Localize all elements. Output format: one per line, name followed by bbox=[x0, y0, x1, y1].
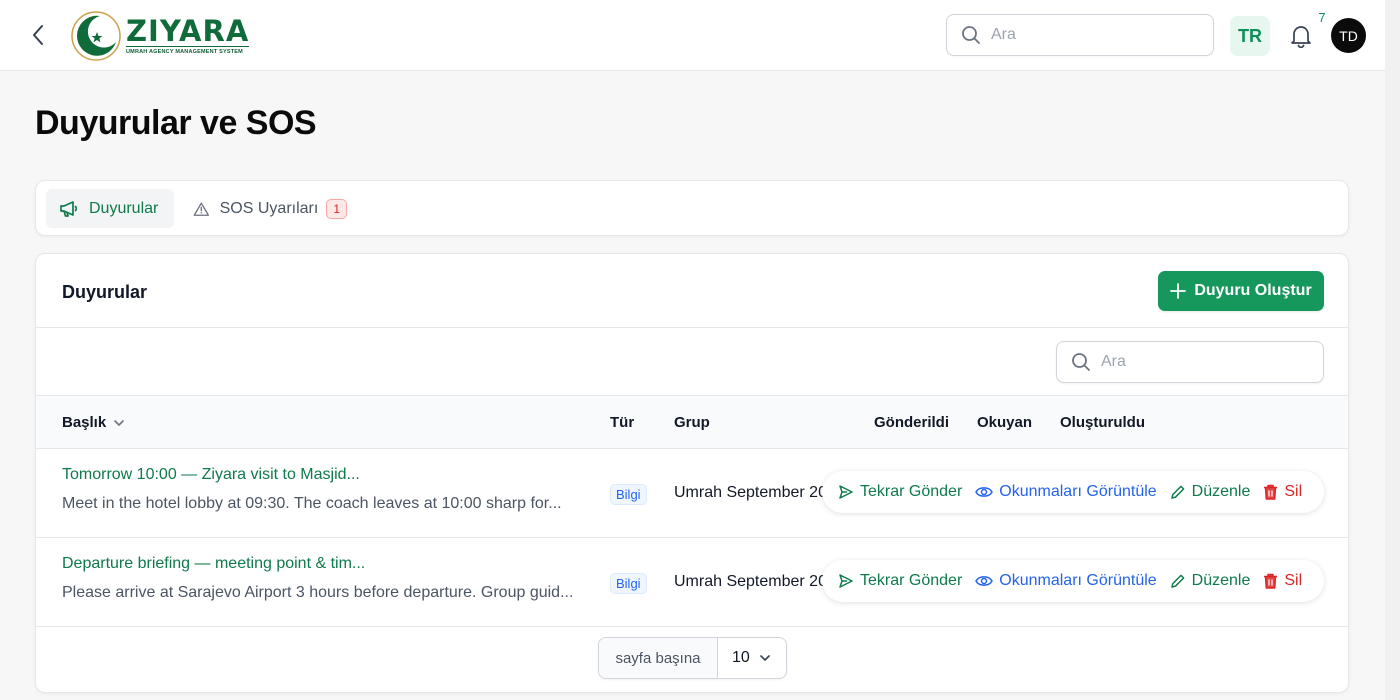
per-page-select[interactable]: 10 bbox=[718, 649, 786, 667]
trash-icon bbox=[1264, 573, 1278, 589]
resend-button[interactable]: Tekrar Gönder bbox=[838, 572, 962, 590]
chevron-down-icon bbox=[114, 419, 125, 426]
global-search-input[interactable] bbox=[991, 26, 1191, 44]
tab-announcements[interactable]: Duyurular bbox=[46, 189, 174, 228]
column-header-readers: Okuyan bbox=[977, 414, 1033, 431]
page-title: Duyurular ve SOS bbox=[35, 104, 317, 142]
resend-label: Tekrar Gönder bbox=[860, 483, 963, 500]
type-badge: Bilgi bbox=[610, 484, 647, 505]
eye-icon bbox=[975, 576, 994, 586]
eye-icon bbox=[975, 487, 994, 497]
send-icon bbox=[839, 485, 853, 499]
global-search[interactable] bbox=[946, 14, 1214, 56]
edit-label: Düzenle bbox=[1191, 572, 1251, 589]
resend-label: Tekrar Gönder bbox=[860, 572, 963, 589]
per-page-label: sayfa başına bbox=[599, 638, 718, 678]
column-header-sent: Gönderildi bbox=[874, 414, 949, 431]
row-actions: Tekrar Gönder Okunmaları Görüntüle Düzen… bbox=[822, 560, 1324, 602]
edit-label: Düzenle bbox=[1191, 483, 1251, 500]
edit-button[interactable]: Düzenle bbox=[1170, 572, 1251, 590]
chevron-left-icon bbox=[33, 25, 43, 45]
back-button[interactable] bbox=[26, 22, 50, 48]
group-name: Umrah September 2025 bbox=[674, 484, 828, 501]
tabs-bar: Duyurular SOS Uyarıları 1 bbox=[35, 180, 1349, 236]
announcement-description: Please arrive at Sarajevo Airport 3 hour… bbox=[62, 584, 574, 601]
megaphone-icon bbox=[60, 200, 78, 217]
table-search[interactable] bbox=[1056, 341, 1324, 383]
column-header-group: Grup bbox=[674, 414, 710, 431]
view-reads-label: Okunmaları Görüntüle bbox=[999, 572, 1157, 589]
column-header-title[interactable]: Başlık bbox=[62, 414, 126, 431]
card-divider bbox=[36, 327, 1348, 328]
table-row[interactable]: Tomorrow 10:00 — Ziyara visit to Masjid.… bbox=[36, 449, 1348, 538]
per-page-value: 10 bbox=[732, 649, 750, 666]
resend-button[interactable]: Tekrar Gönder bbox=[838, 483, 962, 501]
column-header-created: Oluşturuldu bbox=[1060, 414, 1145, 431]
table-header: Başlık Tür Grup Gönderildi Okuyan Oluştu… bbox=[36, 395, 1348, 449]
create-announcement-button[interactable]: Duyuru Oluştur bbox=[1158, 271, 1324, 311]
view-reads-button[interactable]: Okunmaları Görüntüle bbox=[975, 572, 1157, 590]
logo-name: ZIYARA bbox=[126, 14, 250, 48]
bell-icon bbox=[1291, 26, 1311, 48]
search-icon bbox=[962, 26, 980, 44]
delete-button[interactable]: Sil bbox=[1263, 572, 1302, 590]
create-announcement-label: Duyuru Oluştur bbox=[1194, 282, 1312, 299]
warning-triangle-icon bbox=[193, 202, 210, 216]
table-search-input[interactable] bbox=[1101, 353, 1301, 371]
pencil-icon bbox=[1170, 574, 1185, 588]
chevron-down-icon bbox=[760, 655, 770, 661]
type-badge: Bilgi bbox=[610, 573, 647, 594]
ziyara-logo[interactable]: ZIYARA UMRAH AGENCY MANAGEMENT SYSTEM bbox=[70, 9, 260, 63]
user-avatar[interactable]: TD bbox=[1331, 18, 1366, 53]
view-reads-label: Okunmaları Görüntüle bbox=[999, 483, 1157, 500]
announcement-title[interactable]: Tomorrow 10:00 — Ziyara visit to Masjid.… bbox=[62, 466, 360, 484]
column-title-label: Başlık bbox=[62, 414, 107, 431]
top-bar: ZIYARA UMRAH AGENCY MANAGEMENT SYSTEM TR… bbox=[0, 0, 1385, 71]
delete-button[interactable]: Sil bbox=[1263, 483, 1302, 501]
tab-announcements-label: Duyurular bbox=[89, 199, 159, 217]
delete-label: Sil bbox=[1284, 572, 1303, 589]
search-icon bbox=[1072, 353, 1090, 371]
announcements-card: Duyurular Duyuru Oluştur Başlık Tür Grup… bbox=[35, 253, 1349, 693]
page-size-control: sayfa başına 10 bbox=[598, 637, 787, 679]
row-actions: Tekrar Gönder Okunmaları Görüntüle Düzen… bbox=[822, 471, 1324, 513]
notification-count: 7 bbox=[1318, 10, 1326, 25]
logo-subtitle: UMRAH AGENCY MANAGEMENT SYSTEM bbox=[126, 46, 250, 55]
pencil-icon bbox=[1170, 485, 1185, 499]
tab-sos-alerts-label: SOS Uyarıları bbox=[219, 199, 319, 217]
page-scrollbar[interactable] bbox=[1385, 0, 1400, 700]
send-icon bbox=[839, 574, 853, 588]
table-row[interactable]: Departure briefing — meeting point & tim… bbox=[36, 538, 1348, 627]
column-header-type: Tür bbox=[610, 414, 635, 431]
card-title: Duyurular bbox=[62, 282, 148, 302]
crescent-star-logo-icon bbox=[70, 10, 122, 62]
sos-count-badge: 1 bbox=[326, 198, 347, 219]
delete-label: Sil bbox=[1284, 483, 1303, 500]
group-name: Umrah September 2025 bbox=[674, 573, 828, 590]
trash-icon bbox=[1264, 484, 1278, 500]
plus-icon bbox=[1170, 283, 1187, 299]
announcement-title[interactable]: Departure briefing — meeting point & tim… bbox=[62, 555, 365, 573]
view-reads-button[interactable]: Okunmaları Görüntüle bbox=[975, 483, 1157, 501]
announcement-description: Meet in the hotel lobby at 09:30. The co… bbox=[62, 495, 562, 512]
edit-button[interactable]: Düzenle bbox=[1170, 483, 1251, 501]
tab-sos-alerts[interactable]: SOS Uyarıları 1 bbox=[180, 189, 360, 228]
notifications-button[interactable] bbox=[1286, 20, 1316, 52]
language-switcher[interactable]: TR bbox=[1230, 16, 1270, 56]
